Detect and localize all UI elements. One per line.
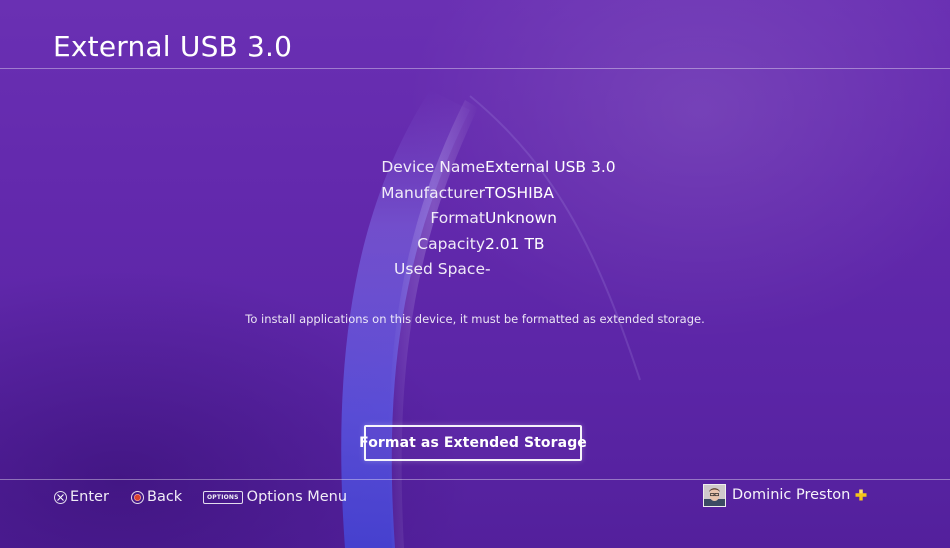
user-profile[interactable]: Dominic Preston: [703, 482, 867, 508]
hint-enter-label: Enter: [70, 489, 109, 505]
format-button-label: Format as Extended Storage: [359, 435, 587, 451]
hint-back-label: Back: [147, 489, 183, 505]
page-title: External USB 3.0: [53, 30, 293, 63]
user-avatar: [703, 483, 726, 507]
format-notice: To install applications on this device, …: [245, 312, 705, 326]
device-info-table: Device Name External USB 3.0 Manufacture…: [265, 156, 685, 284]
format-extended-storage-button[interactable]: Format as Extended Storage: [359, 425, 587, 461]
info-label: Capacity: [417, 234, 485, 253]
info-row-manufacturer: Manufacturer TOSHIBA: [265, 182, 685, 208]
info-value: TOSHIBA: [485, 183, 554, 202]
info-label: Device Name: [381, 158, 485, 176]
hint-back[interactable]: Back: [131, 486, 182, 508]
info-value: 2.01 TB: [485, 234, 545, 253]
circle-button-icon: [131, 490, 144, 504]
cross-button-icon: [54, 490, 67, 504]
info-value: -: [485, 260, 491, 278]
info-label: Used Space: [394, 260, 485, 278]
playstation-plus-icon: [855, 489, 867, 501]
header-divider: [0, 68, 950, 69]
info-row-used-space: Used Space -: [265, 258, 685, 284]
options-button-icon: OPTIONS: [203, 490, 243, 504]
info-row-device-name: Device Name External USB 3.0: [265, 156, 685, 182]
info-row-format: Format Unknown: [265, 207, 685, 233]
footer: Enter Back OPTIONS Options Menu Dominic …: [0, 480, 950, 548]
info-value: Unknown: [485, 209, 557, 227]
info-label: Format: [430, 209, 485, 227]
info-value: External USB 3.0: [485, 158, 616, 176]
hint-enter[interactable]: Enter: [54, 486, 109, 508]
hint-options-menu[interactable]: OPTIONS Options Menu: [203, 486, 347, 508]
header: External USB 3.0: [0, 0, 950, 70]
user-name: Dominic Preston: [732, 487, 851, 503]
hint-options-label: Options Menu: [246, 489, 348, 505]
info-label: Manufacturer: [381, 183, 485, 202]
info-row-capacity: Capacity 2.01 TB: [265, 233, 685, 259]
